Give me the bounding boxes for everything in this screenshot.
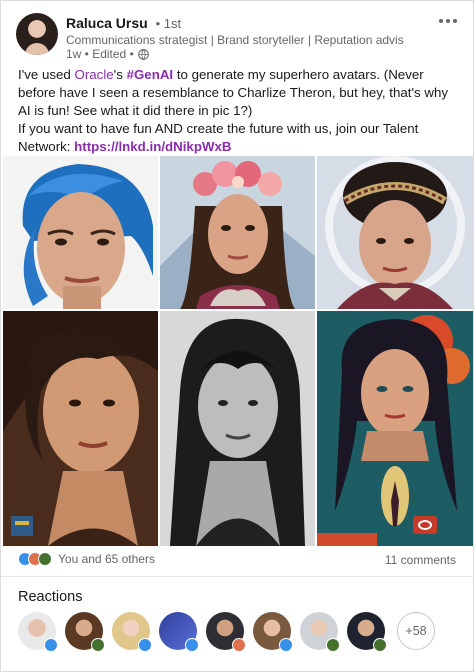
reactions-count[interactable]: You and 65 others xyxy=(58,552,155,566)
author-name-line: Raluca Ursu • 1st xyxy=(66,15,181,31)
author-avatar[interactable] xyxy=(16,13,58,55)
like-icon xyxy=(44,638,58,652)
like-icon xyxy=(279,638,293,652)
author-headline: Communications strategist | Brand storyt… xyxy=(66,33,404,47)
avatar-image-2[interactable] xyxy=(160,156,315,309)
reactor-avatar[interactable] xyxy=(112,612,152,652)
oracle-mention[interactable]: Oracle xyxy=(75,67,114,82)
love-icon xyxy=(232,638,246,652)
divider xyxy=(1,576,473,577)
post-text-segment: I've used xyxy=(18,67,75,82)
talent-network-link[interactable]: https://lnkd.in/dNikpWxB xyxy=(74,139,231,154)
post-text-segment: 's xyxy=(113,67,127,82)
reactions-summary[interactable]: You and 65 others xyxy=(18,552,155,566)
avatar-image-5[interactable] xyxy=(160,311,315,546)
genai-hashtag[interactable]: #GenAI xyxy=(127,67,174,82)
comments-count[interactable]: 11 comments xyxy=(385,553,456,567)
reactor-avatar[interactable] xyxy=(206,612,246,652)
celebrate-icon xyxy=(373,638,387,652)
reactions-heading: Reactions xyxy=(18,589,83,605)
image-grid[interactable] xyxy=(3,156,473,546)
reactor-avatar[interactable] xyxy=(253,612,293,652)
reactor-avatar[interactable] xyxy=(159,612,199,652)
reactor-avatar[interactable] xyxy=(347,612,387,652)
post-text: I've used Oracle's #GenAI to generate my… xyxy=(18,66,463,156)
globe-icon xyxy=(137,48,149,60)
post-timestamp: 1w • Edited • xyxy=(66,47,134,61)
like-icon xyxy=(185,638,199,652)
reactor-avatar[interactable] xyxy=(300,612,340,652)
connection-degree: • 1st xyxy=(155,16,182,31)
avatar-image-6[interactable] xyxy=(317,311,473,546)
more-reactors-button[interactable]: +58 xyxy=(397,612,435,650)
celebrate-icon xyxy=(91,638,105,652)
reactor-avatar[interactable] xyxy=(65,612,105,652)
avatar-image-1[interactable] xyxy=(3,156,158,309)
like-icon xyxy=(138,638,152,652)
author-name[interactable]: Raluca Ursu xyxy=(66,15,148,31)
celebrate-icon xyxy=(38,552,52,566)
celebrate-icon xyxy=(326,638,340,652)
avatar-image-4[interactable] xyxy=(3,311,158,546)
post-card: Raluca Ursu • 1st Communications strateg… xyxy=(0,0,474,672)
reactor-avatar[interactable] xyxy=(18,612,58,652)
post-meta: 1w • Edited • xyxy=(66,47,149,61)
avatar-image-3[interactable] xyxy=(317,156,473,309)
more-icon[interactable] xyxy=(433,11,463,31)
